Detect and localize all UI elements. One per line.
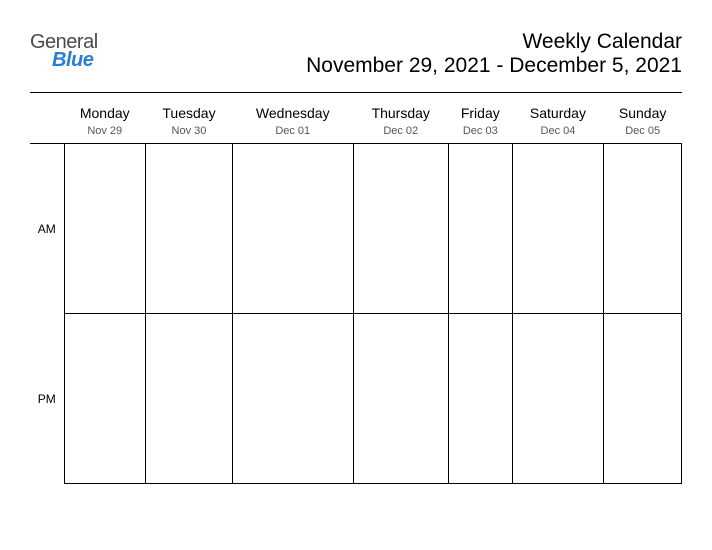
- cell-pm-tuesday[interactable]: [145, 314, 232, 484]
- day-name: Saturday: [530, 105, 586, 121]
- day-date: Dec 02: [353, 125, 448, 137]
- logo: General Blue: [30, 30, 98, 70]
- day-date: Dec 03: [448, 125, 512, 137]
- day-header-tuesday: Tuesday Nov 30: [145, 99, 232, 144]
- day-header-sunday: Sunday Dec 05: [604, 99, 682, 144]
- cell-pm-saturday[interactable]: [512, 314, 604, 484]
- cell-pm-sunday[interactable]: [604, 314, 682, 484]
- day-header-friday: Friday Dec 03: [448, 99, 512, 144]
- cell-pm-thursday[interactable]: [353, 314, 448, 484]
- header: General Blue Weekly Calendar November 29…: [30, 30, 682, 78]
- page-title: Weekly Calendar: [306, 30, 682, 54]
- day-date: Nov 29: [64, 125, 145, 137]
- cell-pm-monday[interactable]: [64, 314, 145, 484]
- day-header-monday: Monday Nov 29: [64, 99, 145, 144]
- day-name: Monday: [80, 105, 130, 121]
- day-name: Tuesday: [162, 105, 215, 121]
- pm-row: PM: [30, 314, 682, 484]
- cell-am-sunday[interactable]: [604, 144, 682, 314]
- day-header-wednesday: Wednesday Dec 01: [232, 99, 353, 144]
- day-date: Dec 01: [232, 125, 353, 137]
- cell-am-thursday[interactable]: [353, 144, 448, 314]
- header-divider: [30, 92, 682, 93]
- day-name: Wednesday: [256, 105, 330, 121]
- am-row: AM: [30, 144, 682, 314]
- cell-am-friday[interactable]: [448, 144, 512, 314]
- date-range: November 29, 2021 - December 5, 2021: [306, 54, 682, 78]
- cell-am-wednesday[interactable]: [232, 144, 353, 314]
- cell-pm-wednesday[interactable]: [232, 314, 353, 484]
- calendar-table: Monday Nov 29 Tuesday Nov 30 Wednesday D…: [30, 99, 682, 484]
- day-header-row: Monday Nov 29 Tuesday Nov 30 Wednesday D…: [30, 99, 682, 144]
- day-header-saturday: Saturday Dec 04: [512, 99, 604, 144]
- cell-am-tuesday[interactable]: [145, 144, 232, 314]
- day-header-thursday: Thursday Dec 02: [353, 99, 448, 144]
- day-name: Friday: [461, 105, 500, 121]
- day-date: Nov 30: [145, 125, 232, 137]
- day-date: Dec 04: [512, 125, 604, 137]
- period-label-am: AM: [30, 144, 64, 314]
- day-name: Thursday: [372, 105, 430, 121]
- period-label-pm: PM: [30, 314, 64, 484]
- cell-pm-friday[interactable]: [448, 314, 512, 484]
- corner-cell: [30, 99, 64, 144]
- logo-line2: Blue: [52, 50, 98, 70]
- cell-am-monday[interactable]: [64, 144, 145, 314]
- day-date: Dec 05: [604, 125, 682, 137]
- day-name: Sunday: [619, 105, 666, 121]
- title-block: Weekly Calendar November 29, 2021 - Dece…: [306, 30, 682, 78]
- cell-am-saturday[interactable]: [512, 144, 604, 314]
